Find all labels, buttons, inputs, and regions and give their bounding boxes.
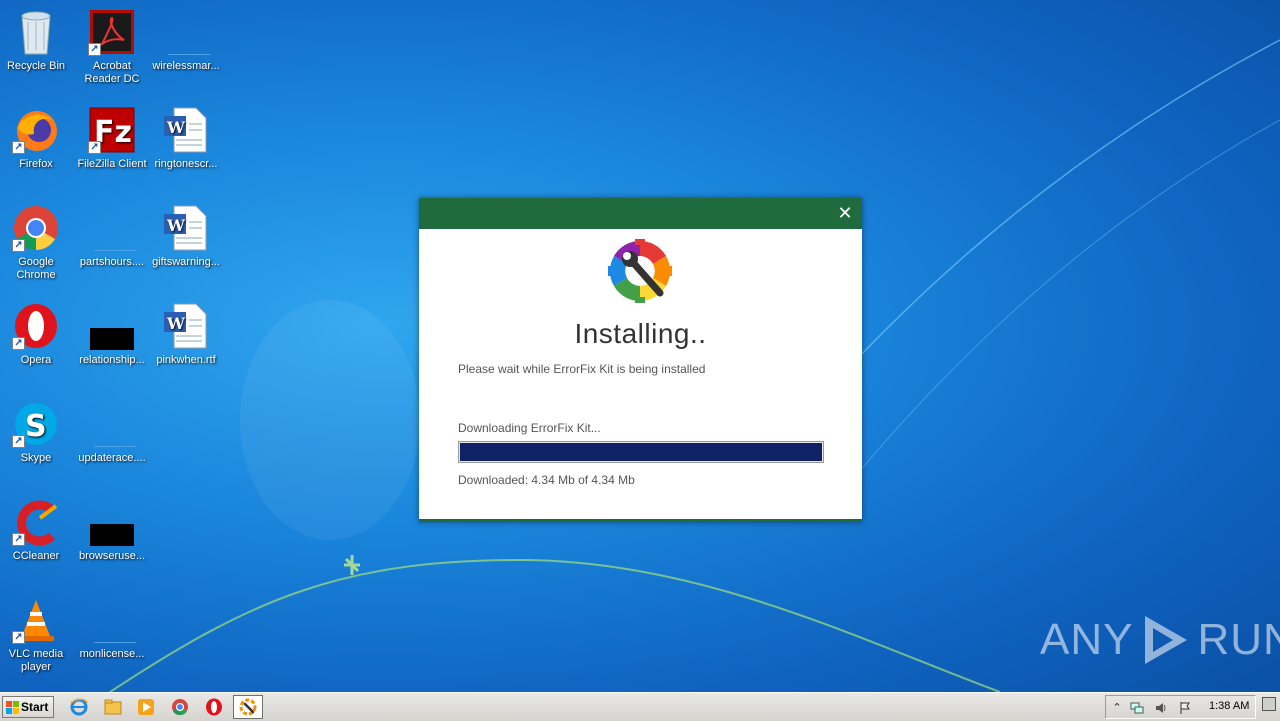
desktop-icon-label: relationship... xyxy=(79,354,145,366)
desktop-icon-monlicense[interactable]: monlicense... xyxy=(74,594,150,684)
desktop-icon-acrobat[interactable]: ↗ Acrobat Reader DC xyxy=(74,6,150,96)
anyrun-watermark: ANY RUN xyxy=(1040,612,1280,668)
installer-subtitle: Please wait while ErrorFix Kit is being … xyxy=(458,362,706,376)
desktop-icon-label: CCleaner xyxy=(12,550,60,562)
word-doc-icon: W xyxy=(162,204,210,252)
network-icon[interactable] xyxy=(1130,701,1144,715)
chrome-taskbar-icon[interactable] xyxy=(170,697,190,717)
desktop-icon-opera[interactable]: ↗ Opera xyxy=(0,300,74,390)
windows-flag-icon xyxy=(6,701,19,714)
shortcut-arrow-icon: ↗ xyxy=(12,631,25,644)
opera-taskbar-icon[interactable] xyxy=(204,697,224,717)
play-triangle-icon xyxy=(1145,616,1188,664)
desktop-icon-label: ringtonescr... xyxy=(154,158,218,170)
svg-text:W: W xyxy=(166,216,186,235)
desktop-icon-pinkwhen[interactable]: W pinkwhen.rtf xyxy=(148,300,224,390)
acrobat-icon: ↗ xyxy=(88,8,136,56)
desktop-icon-label: FileZilla Client xyxy=(77,158,147,170)
taskbar: Start ⌃ 1:38 AM xyxy=(0,692,1280,721)
download-progress-bar xyxy=(458,441,824,463)
repair-gear-icon xyxy=(606,237,674,305)
word-doc-icon: W xyxy=(162,302,210,350)
watermark-text-left: ANY xyxy=(1040,615,1134,664)
svg-text:S: S xyxy=(25,409,47,444)
desktop-icon-recycle-bin[interactable]: Recycle Bin xyxy=(0,6,74,96)
errorfix-taskbar-button[interactable] xyxy=(233,695,263,719)
desktop-icon-label: Firefox xyxy=(19,158,53,170)
desktop-icon-label: Google Chrome xyxy=(16,256,56,281)
desktop-icon-label: giftswarning... xyxy=(152,256,220,268)
watermark-text-right: RUN xyxy=(1197,615,1280,664)
show-desktop-button[interactable] xyxy=(1262,697,1276,711)
filezilla-icon: Fz ↗ xyxy=(88,106,136,154)
desktop-icon-chrome[interactable]: ↗ Google Chrome xyxy=(0,202,74,292)
installer-titlebar[interactable]: ✕ xyxy=(419,198,862,229)
desktop-icon-label: VLC media player xyxy=(8,648,64,673)
desktop-icon-firefox[interactable]: ↗ Firefox xyxy=(0,104,74,194)
desktop-icon-ccleaner[interactable]: ↗ CCleaner xyxy=(0,496,74,586)
start-button[interactable]: Start xyxy=(2,696,54,718)
installer-bottom-accent xyxy=(419,519,862,522)
ie-icon[interactable] xyxy=(69,697,89,717)
desktop-icon-label: Recycle Bin xyxy=(6,60,66,72)
shortcut-arrow-icon: ↗ xyxy=(12,239,25,252)
shortcut-arrow-icon: ↗ xyxy=(88,141,101,154)
desktop-icon-skype[interactable]: S ↗ Skype xyxy=(0,398,74,488)
downloaded-size: Downloaded: 4.34 Mb of 4.34 Mb xyxy=(458,473,635,487)
opera-icon: ↗ xyxy=(12,302,60,350)
desktop-icon-label: wirelessmar... xyxy=(152,60,220,72)
desktop-icon-partshours[interactable]: partshours.... xyxy=(74,202,150,292)
black-file-icon xyxy=(88,302,136,350)
volume-icon[interactable] xyxy=(1154,701,1168,715)
black-file-icon xyxy=(88,498,136,546)
desktop-icon-label: partshours.... xyxy=(79,256,145,268)
media-player-icon[interactable] xyxy=(136,697,156,717)
vlc-icon: ↗ xyxy=(12,596,60,644)
explorer-icon[interactable] xyxy=(103,697,123,717)
desktop-icon-browseruse[interactable]: browseruse... xyxy=(74,496,150,586)
shortcut-arrow-icon: ↗ xyxy=(88,43,101,56)
desktop-icon-label: pinkwhen.rtf xyxy=(156,354,216,366)
desktop-icon-label: updaterace.... xyxy=(78,452,146,464)
desktop-icon-label: Skype xyxy=(20,452,52,464)
download-status: Downloading ErrorFix Kit... xyxy=(458,421,601,435)
blank-file-icon xyxy=(88,204,136,252)
action-center-flag-icon[interactable] xyxy=(1178,701,1192,715)
taskbar-clock[interactable]: 1:38 AM xyxy=(1209,700,1249,712)
errorfix-icon xyxy=(239,698,257,716)
blank-file-icon xyxy=(88,400,136,448)
desktop-icon-wirelessmar[interactable]: wirelessmar... xyxy=(148,6,224,96)
ccleaner-icon: ↗ xyxy=(12,498,60,546)
start-label: Start xyxy=(21,700,49,714)
chrome-icon: ↗ xyxy=(12,204,60,252)
progress-fill xyxy=(460,443,822,461)
shortcut-arrow-icon: ↗ xyxy=(12,337,25,350)
svg-text:W: W xyxy=(166,314,186,333)
blank-file-icon xyxy=(162,8,210,56)
desktop-icon-label: Opera xyxy=(20,354,52,366)
firefox-icon: ↗ xyxy=(12,106,60,154)
recycle-bin-icon xyxy=(12,8,60,56)
desktop-icon-ringtonescr[interactable]: W ringtonescr... xyxy=(148,104,224,194)
desktop-icon-giftswarning[interactable]: W giftswarning... xyxy=(148,202,224,292)
show-hidden-icons-icon[interactable]: ⌃ xyxy=(1110,701,1124,715)
desktop-icon-relationship[interactable]: relationship... xyxy=(74,300,150,390)
desktop-icon-updaterace[interactable]: updaterace.... xyxy=(74,398,150,488)
shortcut-arrow-icon: ↗ xyxy=(12,533,25,546)
svg-text:W: W xyxy=(166,118,186,137)
desktop-icon-filezilla[interactable]: Fz ↗ FileZilla Client xyxy=(74,104,150,194)
installing-heading: Installing.. xyxy=(574,318,707,349)
installer-window: ✕ Installing.. Please wait while ErrorFi… xyxy=(419,198,862,522)
skype-icon: S ↗ xyxy=(12,400,60,448)
blank-file-icon xyxy=(88,596,136,644)
desktop-icon-vlc[interactable]: ↗ VLC media player xyxy=(0,594,74,684)
desktop-icon-label: browseruse... xyxy=(78,550,146,562)
desktop-icon-label: Acrobat Reader DC xyxy=(84,60,140,85)
shortcut-arrow-icon: ↗ xyxy=(12,435,25,448)
shortcut-arrow-icon: ↗ xyxy=(12,141,25,154)
desktop-icon-label: monlicense... xyxy=(79,648,145,660)
word-doc-icon: W xyxy=(162,106,210,154)
close-button[interactable]: ✕ xyxy=(836,204,854,222)
